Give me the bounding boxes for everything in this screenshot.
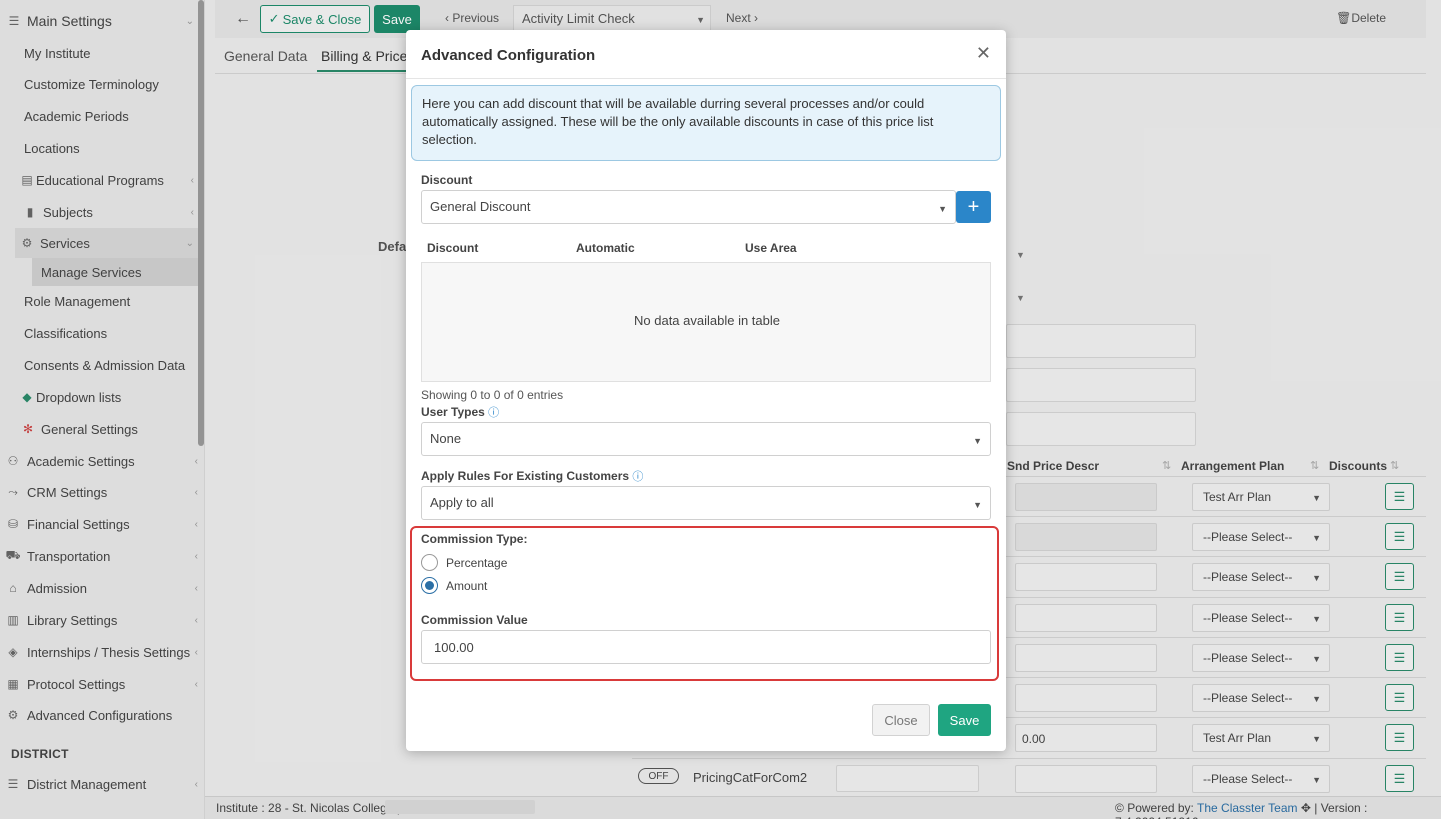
commission-value-label: Commission Value [421, 613, 528, 627]
column-header[interactable]: Discount [427, 241, 478, 255]
commission-value-text: 100.00 [434, 640, 474, 655]
info-icon[interactable]: ⓘ [488, 407, 499, 419]
advanced-configuration-modal: Advanced Configuration ✕ Here you can ad… [406, 30, 1006, 751]
user-types-label-text: User Types [421, 405, 485, 419]
discount-table: No data available in table [421, 262, 991, 382]
radio-label: Percentage [446, 555, 508, 570]
modal-title: Advanced Configuration [421, 47, 596, 64]
caret-down-icon: ▼ [973, 500, 982, 510]
radio-button-percentage[interactable] [421, 554, 438, 571]
add-discount-button[interactable]: + [956, 191, 991, 223]
apply-rules-label-text: Apply Rules For Existing Customers [421, 469, 630, 483]
info-alert: Here you can add discount that will be a… [411, 85, 1001, 161]
close-icon[interactable]: ✕ [976, 43, 991, 64]
commission-type-label: Commission Type: [421, 532, 528, 546]
commission-value-input[interactable]: 100.00 [421, 630, 991, 664]
empty-table-message: No data available in table [634, 313, 780, 328]
info-icon[interactable]: ⓘ [632, 471, 643, 483]
column-header[interactable]: Automatic [576, 241, 635, 255]
discount-select-value: General Discount [430, 199, 531, 214]
apply-rules-value: Apply to all [430, 495, 494, 510]
user-types-select[interactable]: None ▼ [421, 422, 991, 456]
table-info: Showing 0 to 0 of 0 entries [421, 388, 564, 402]
user-types-value: None [430, 431, 462, 446]
radio-amount[interactable]: Amount [421, 577, 487, 594]
caret-down-icon: ▼ [973, 436, 982, 446]
discount-label: Discount [421, 173, 473, 187]
radio-button-amount[interactable] [421, 577, 438, 594]
user-types-label: User Types ⓘ [421, 404, 499, 420]
apply-rules-label: Apply Rules For Existing Customers ⓘ [421, 468, 643, 484]
close-button[interactable]: Close [872, 704, 930, 736]
caret-down-icon: ▼ [938, 204, 947, 214]
save-button[interactable]: Save [938, 704, 991, 736]
radio-label: Amount [446, 578, 488, 593]
apply-rules-select[interactable]: Apply to all ▼ [421, 486, 991, 520]
radio-percentage[interactable]: Percentage [421, 554, 507, 571]
divider [406, 78, 1006, 79]
plus-icon: + [967, 195, 980, 218]
discount-select[interactable]: General Discount ▼ [421, 190, 956, 224]
column-header[interactable]: Use Area [745, 241, 797, 255]
info-text: Here you can add discount that will be a… [422, 96, 934, 147]
